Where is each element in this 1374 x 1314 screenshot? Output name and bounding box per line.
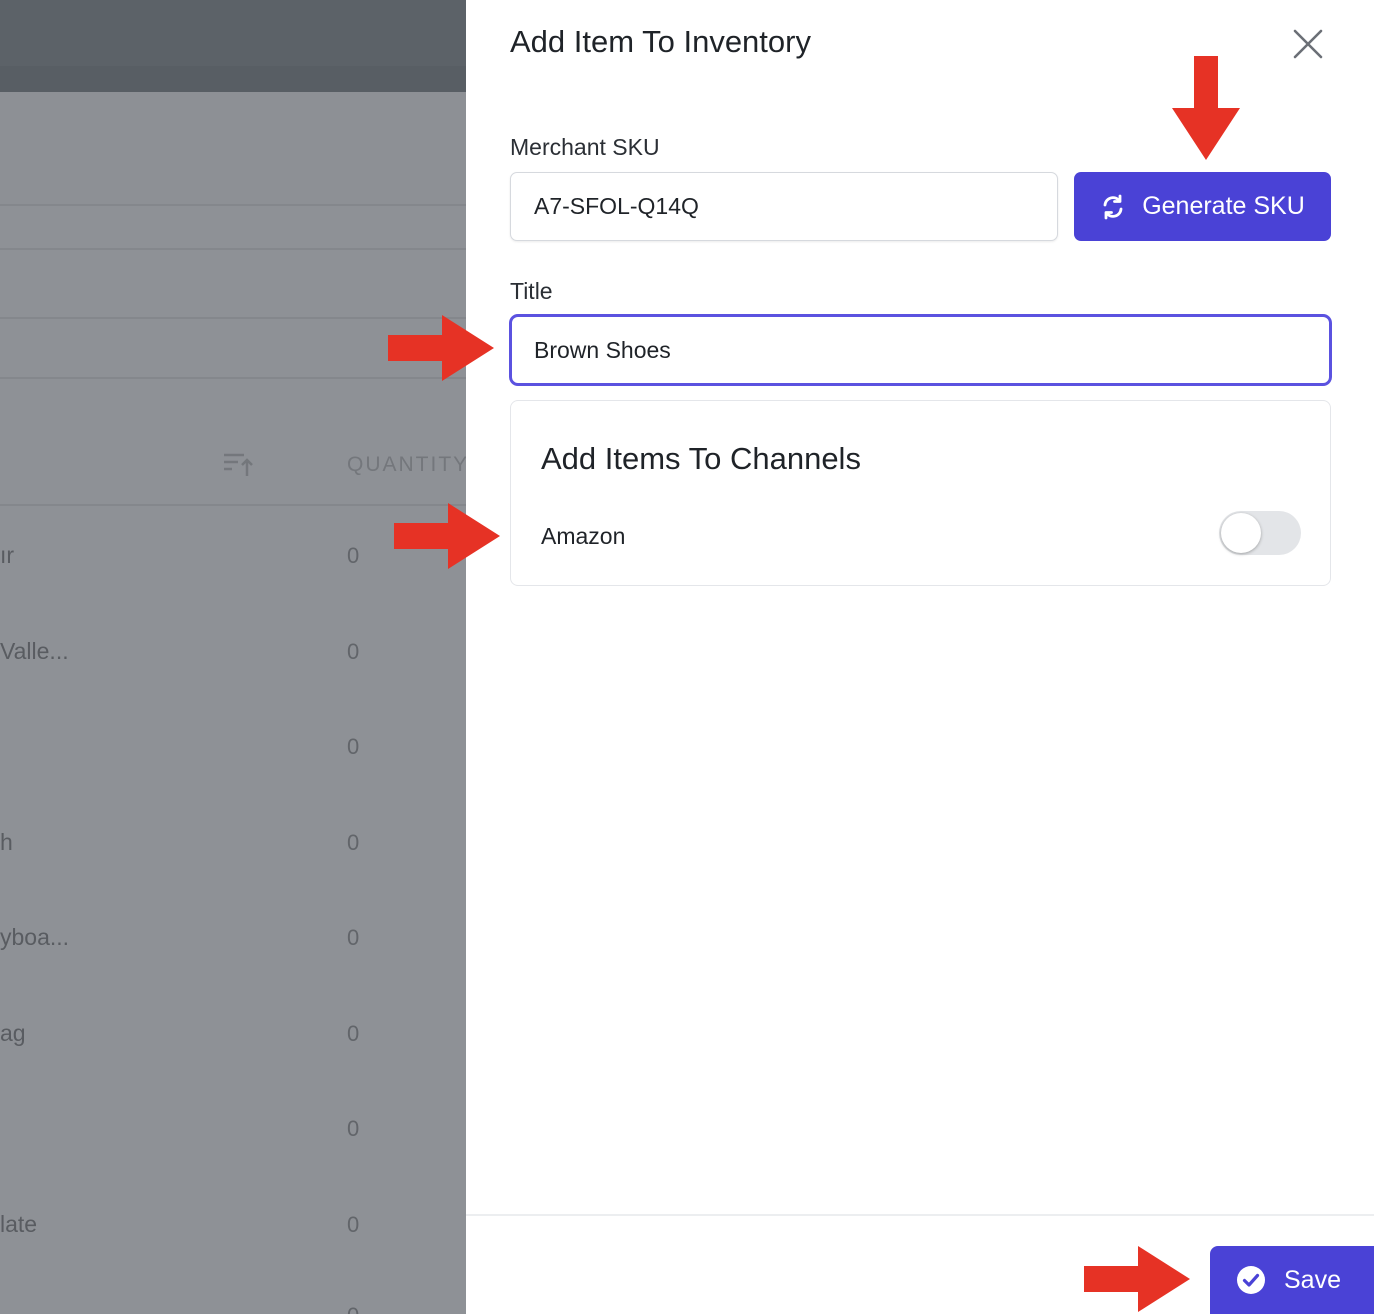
save-label: Save xyxy=(1284,1265,1341,1294)
refresh-icon xyxy=(1103,194,1123,219)
background-row-quantity: 0 xyxy=(347,1021,360,1046)
background-row-quantity: 0 xyxy=(347,1116,360,1141)
annotation-arrow-right-icon xyxy=(1084,1246,1190,1312)
background-row-name: ag xyxy=(0,1020,26,1046)
check-circle-icon xyxy=(1237,1266,1265,1294)
channel-label-amazon: Amazon xyxy=(541,523,626,549)
annotation-arrow-right-icon xyxy=(394,503,500,569)
background-row-quantity: 0 xyxy=(347,734,360,759)
channels-heading: Add Items To Channels xyxy=(541,441,861,476)
background-row-name: h xyxy=(0,829,13,855)
background-topbar-shade xyxy=(0,66,466,92)
background-row-name: ır xyxy=(0,542,15,568)
save-button[interactable]: Save xyxy=(1210,1246,1374,1314)
title-input[interactable] xyxy=(509,314,1332,386)
background-row-quantity: 0 xyxy=(347,1303,359,1314)
footer-divider xyxy=(466,1214,1374,1216)
channels-card: Add Items To Channels Amazon xyxy=(510,400,1331,586)
background-row-quantity: 0 xyxy=(347,639,360,664)
quantity-column-header: QUANTITY xyxy=(347,453,466,476)
background-row-quantity: 0 xyxy=(347,925,360,950)
background-divider xyxy=(0,204,466,206)
sort-ascending-icon xyxy=(224,453,253,476)
background-row-quantity: 0 xyxy=(347,830,360,855)
background-row-quantity: 0 xyxy=(347,1212,360,1237)
annotation-arrow-down-icon xyxy=(1172,56,1240,160)
background-row-name: Valle... xyxy=(0,638,69,664)
toggle-knob xyxy=(1221,513,1261,553)
merchant-sku-label: Merchant SKU xyxy=(510,134,660,160)
add-item-panel: Add Item To Inventory Merchant SKU Gener… xyxy=(466,0,1374,1314)
amazon-toggle[interactable] xyxy=(1219,511,1301,555)
generate-sku-label: Generate SKU xyxy=(1142,192,1305,220)
merchant-sku-input[interactable] xyxy=(510,172,1058,241)
background-row-name: yboa... xyxy=(0,924,70,950)
generate-sku-button[interactable]: Generate SKU xyxy=(1074,172,1331,241)
background-row-quantity: 0 xyxy=(347,543,360,568)
background-header-band xyxy=(0,92,466,204)
background-divider xyxy=(0,248,466,250)
background-row-name: late xyxy=(0,1211,38,1237)
title-label: Title xyxy=(510,278,553,304)
panel-title: Add Item To Inventory xyxy=(510,24,811,59)
close-icon[interactable] xyxy=(1290,26,1326,62)
background-app: QUANTITY ır 0 Valle... 0 0 h 0 yboa... 0… xyxy=(0,0,466,1314)
annotation-arrow-right-icon xyxy=(388,315,494,381)
